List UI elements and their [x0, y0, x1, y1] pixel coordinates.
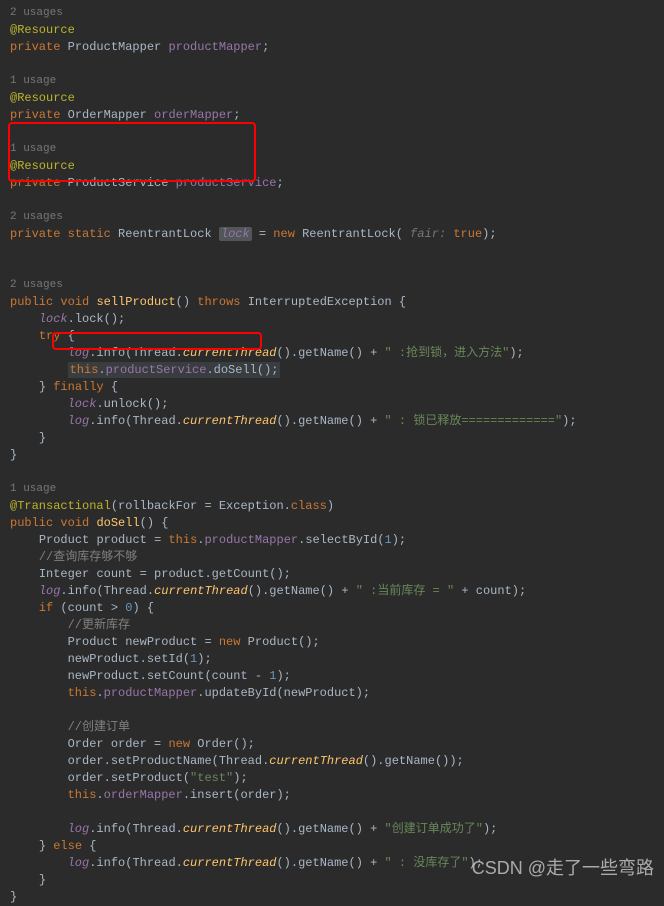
- code-line: }: [10, 430, 654, 447]
- code-line: newProduct.setCount(count - 1);: [10, 668, 654, 685]
- code-line: lock.lock();: [10, 311, 654, 328]
- code-line: } else {: [10, 838, 654, 855]
- code-line: }: [10, 889, 654, 906]
- code-line: @Transactional(rollbackFor = Exception.c…: [10, 498, 654, 515]
- code-line: private static ReentrantLock lock = new …: [10, 226, 654, 243]
- code-line: log.info(Thread.currentThread().getName(…: [10, 413, 654, 430]
- usage-hint: 1 usage: [10, 141, 654, 158]
- code-line: }: [10, 872, 654, 889]
- code-line: lock.unlock();: [10, 396, 654, 413]
- code-line: } finally {: [10, 379, 654, 396]
- code-editor[interactable]: 2 usages @Resource private ProductMapper…: [10, 5, 654, 906]
- code-line: this.orderMapper.insert(order);: [10, 787, 654, 804]
- code-line: Product newProduct = new Product();: [10, 634, 654, 651]
- usage-hint: 2 usages: [10, 277, 654, 294]
- code-line: private ProductService productService;: [10, 175, 654, 192]
- code-line: log.info(Thread.currentThread().getName(…: [10, 821, 654, 838]
- code-line: this.productService.doSell();: [10, 362, 654, 379]
- usage-hint: 2 usages: [10, 209, 654, 226]
- code-line: public void doSell() {: [10, 515, 654, 532]
- code-line: //查询库存够不够: [10, 549, 654, 566]
- code-line: order.setProductName(Thread.currentThrea…: [10, 753, 654, 770]
- code-line: Integer count = product.getCount();: [10, 566, 654, 583]
- code-line: private OrderMapper orderMapper;: [10, 107, 654, 124]
- code-line: //更新库存: [10, 617, 654, 634]
- code-line: log.info(Thread.currentThread().getName(…: [10, 855, 654, 872]
- code-line: log.info(Thread.currentThread().getName(…: [10, 583, 654, 600]
- code-line: @Resource: [10, 90, 654, 107]
- code-line: }: [10, 447, 654, 464]
- usage-hint: 2 usages: [10, 5, 654, 22]
- usage-hint: 1 usage: [10, 73, 654, 90]
- code-line: @Resource: [10, 22, 654, 39]
- code-line: Order order = new Order();: [10, 736, 654, 753]
- code-line: log.info(Thread.currentThread().getName(…: [10, 345, 654, 362]
- code-line: public void sellProduct() throws Interru…: [10, 294, 654, 311]
- code-line: //创建订单: [10, 719, 654, 736]
- code-line: order.setProduct("test");: [10, 770, 654, 787]
- usage-hint: 1 usage: [10, 481, 654, 498]
- code-line: if (count > 0) {: [10, 600, 654, 617]
- code-line: newProduct.setId(1);: [10, 651, 654, 668]
- code-line: @Resource: [10, 158, 654, 175]
- code-line: try {: [10, 328, 654, 345]
- code-line: this.productMapper.updateById(newProduct…: [10, 685, 654, 702]
- code-line: Product product = this.productMapper.sel…: [10, 532, 654, 549]
- code-line: private ProductMapper productMapper;: [10, 39, 654, 56]
